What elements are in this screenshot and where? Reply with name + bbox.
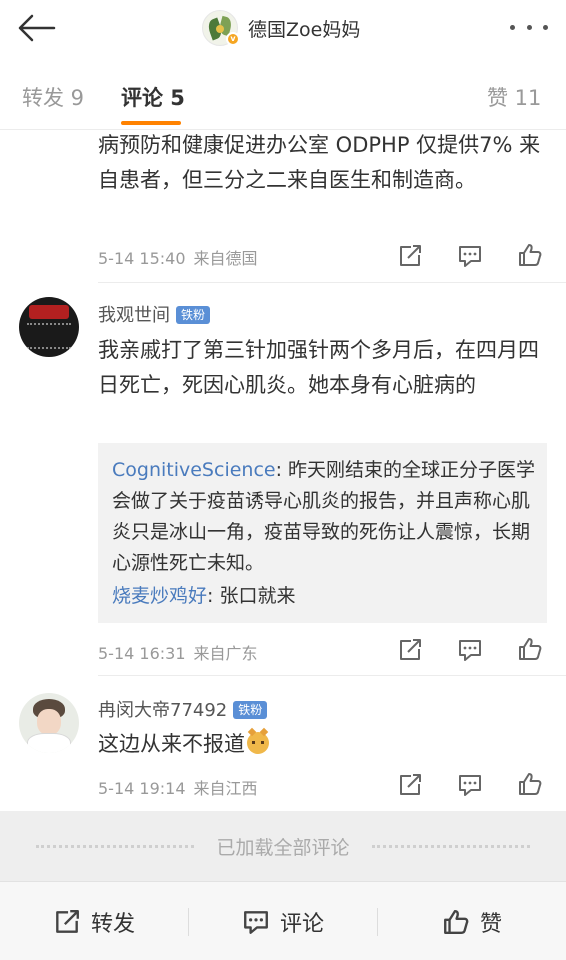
comment-meta: 5-14 15:40 来自德国 [98, 245, 258, 269]
bottom-action-bar: 转发 评论 赞 [0, 881, 566, 960]
account-name[interactable]: 德国Zoe妈妈 [248, 15, 360, 42]
reply-text: CognitiveScience: 昨天刚结束的全球正分子医学会做了关于疫苗诱导… [112, 455, 537, 579]
reply-username[interactable]: CognitiveScience [112, 459, 276, 481]
active-tab-indicator [121, 121, 181, 125]
comment-text: 我亲戚打了第三针加强针两个多月后，在四月四日死亡，死因心肌炎。她本身有心脏病的 [98, 338, 539, 397]
top-bar: 德国Zoe妈妈 v [0, 0, 566, 56]
like-icon[interactable] [517, 771, 543, 797]
reply-icon[interactable] [457, 772, 483, 798]
more-dots-icon[interactable] [510, 14, 548, 40]
comment-username[interactable]: 冉闵大帝77492 铁粉 [98, 696, 268, 722]
cat-emoji-icon [247, 732, 269, 754]
fan-badge: 铁粉 [176, 306, 211, 324]
comment-source: 来自江西 [193, 779, 258, 798]
comment-text-content: 这边从来不报道 [98, 732, 245, 756]
user-avatar[interactable] [19, 693, 79, 753]
comment-username[interactable]: 我观世间 铁粉 [98, 301, 211, 327]
all-loaded-text: 已加载全部评论 [216, 836, 350, 859]
tab-comments[interactable]: 评论 5 [121, 82, 185, 112]
comment-text: 这边从来不报道 [98, 727, 550, 762]
all-loaded-indicator: 已加载全部评论 [0, 811, 566, 881]
nested-reply: 烧麦炒鸡好: 张口就来 [112, 581, 295, 608]
comment-source: 来自德国 [193, 249, 258, 268]
like-icon[interactable] [517, 242, 543, 268]
share-icon[interactable] [397, 243, 423, 269]
like-icon [444, 909, 469, 934]
share-icon[interactable] [397, 772, 423, 798]
comment-time: 5-14 15:40 [98, 249, 186, 268]
verified-icon: v [226, 32, 240, 46]
comment-time: 5-14 19:14 [98, 779, 186, 798]
comment-meta: 5-14 16:31 来自广东 [98, 640, 258, 664]
repost-label: 转发 [90, 911, 135, 937]
comment-divider [98, 675, 566, 676]
reply-thread[interactable]: CognitiveScience: 昨天刚结束的全球正分子医学会做了关于疫苗诱导… [98, 443, 547, 623]
share-icon[interactable] [397, 637, 423, 663]
like-label: 赞 [479, 911, 502, 937]
fan-badge: 铁粉 [233, 701, 268, 719]
share-icon [56, 909, 79, 933]
nested-reply-content: : 张口就来 [207, 585, 296, 607]
back-arrow-icon[interactable] [14, 8, 58, 48]
comment-button[interactable]: 评论 [189, 882, 377, 960]
like-button[interactable]: 赞 [378, 882, 566, 960]
comment-text: 病预防和健康促进办公室 ODPHP 仅提供7% 来自患者，但三分之二来自医生和制… [98, 133, 541, 192]
tab-bar: 转发 9 评论 5 赞 11 [0, 64, 566, 130]
dotted-divider [36, 844, 195, 848]
username-text[interactable]: 我观世间 [98, 305, 170, 326]
repost-button[interactable]: 转发 [0, 882, 188, 960]
comment-meta: 5-14 19:14 来自江西 [98, 775, 258, 799]
dotted-divider [371, 844, 530, 848]
comment-label: 评论 [279, 911, 324, 937]
nested-reply-username[interactable]: 烧麦炒鸡好 [112, 585, 207, 607]
username-text[interactable]: 冉闵大帝77492 [98, 700, 227, 721]
reply-icon[interactable] [457, 637, 483, 663]
comment-divider [98, 282, 566, 283]
user-avatar[interactable] [19, 297, 79, 357]
reply-icon[interactable] [457, 243, 483, 269]
comment-source: 来自广东 [193, 644, 258, 663]
tab-repost[interactable]: 转发 9 [22, 82, 84, 112]
comment-time: 5-14 16:31 [98, 644, 186, 663]
like-icon[interactable] [517, 636, 543, 662]
tab-likes[interactable]: 赞 11 [487, 82, 541, 112]
comment-icon [244, 910, 268, 934]
